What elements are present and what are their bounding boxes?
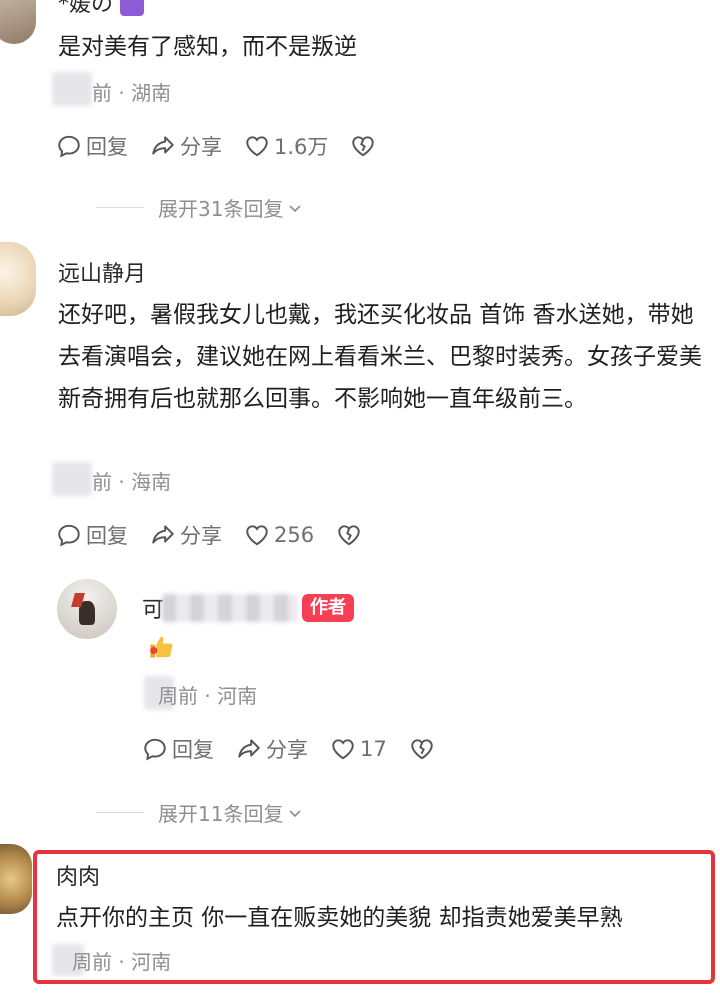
author-avatar[interactable] [57, 579, 117, 639]
divider [96, 812, 144, 813]
expand-replies-button[interactable]: 展开31条回复 [96, 193, 303, 222]
broken-heart-icon [352, 136, 375, 157]
dislike-button[interactable] [336, 522, 366, 548]
expand-replies-button[interactable]: 展开11条回复 [96, 798, 303, 827]
share-icon [152, 525, 174, 544]
username[interactable]: 远山静月 [58, 256, 146, 288]
share-button[interactable]: 分享 [150, 131, 222, 161]
comment-text: 是对美有了感知，而不是叛逆 [58, 34, 357, 60]
blurred-time [52, 72, 92, 106]
chevron-down-icon [289, 809, 302, 817]
share-icon [152, 136, 174, 155]
share-icon [238, 739, 260, 758]
comment-actions: 回复 分享 1.6万 [56, 130, 402, 162]
reply-button[interactable]: 回复 [56, 520, 128, 550]
username[interactable]: *媛の [58, 0, 145, 18]
like-button[interactable]: 256 [244, 522, 314, 548]
like-button[interactable]: 17 [330, 736, 387, 762]
dislike-button[interactable] [409, 736, 439, 762]
broken-heart-icon [411, 739, 433, 760]
comment-actions: 回复 分享 17 [142, 733, 461, 765]
comment-meta: 周前 · 河南 [158, 684, 258, 708]
reply-icon [58, 524, 80, 547]
username[interactable]: 肉肉 [56, 859, 100, 891]
reply-button[interactable]: 回复 [56, 131, 128, 161]
comment-meta: 周前 · 河南 [72, 950, 172, 974]
reply-icon [144, 738, 166, 761]
avatar[interactable] [0, 0, 36, 44]
share-button[interactable]: 分享 [236, 734, 308, 764]
avatar[interactable] [0, 844, 32, 914]
comment-meta: 前 · 海南 [92, 470, 172, 494]
reply-icon [58, 135, 80, 158]
user-level-badge [120, 0, 145, 16]
username[interactable]: 可 [142, 592, 164, 624]
comment-actions: 回复 分享 256 [56, 519, 388, 551]
comment-text: 还好吧，暑假我女儿也戴，我还买化妆品 首饰 香水送她，带她去看演唱会，建议她在网… [58, 302, 702, 412]
dislike-button[interactable] [350, 133, 380, 159]
reply-button[interactable]: 回复 [142, 734, 214, 764]
author-badge: 作者 [302, 594, 354, 622]
like-button[interactable]: 1.6万 [244, 131, 328, 161]
blurred-time [52, 462, 92, 496]
comment-meta: 前 · 湖南 [92, 81, 172, 105]
heart-icon [332, 739, 354, 760]
share-button[interactable]: 分享 [150, 520, 222, 550]
comment-text: 点开你的主页 你一直在贩卖她的美貌 却指责她爱美早熟 [56, 905, 623, 931]
chevron-down-icon [289, 204, 302, 212]
avatar[interactable] [0, 242, 36, 316]
heart-icon [246, 136, 268, 157]
broken-heart-icon [338, 525, 360, 546]
divider [96, 207, 144, 208]
thumbs-up-icon [148, 633, 176, 661]
heart-icon [246, 525, 268, 546]
blurred-username [162, 594, 298, 622]
